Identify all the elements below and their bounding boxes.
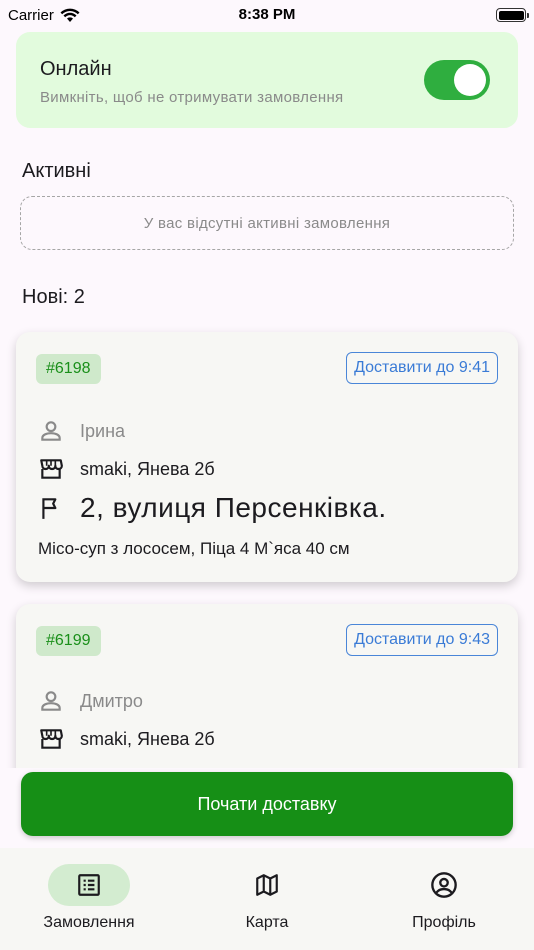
online-status-card: Онлайн Вимкніть, щоб не отримувати замов… [16, 32, 518, 128]
new-orders-title: Нові: 2 [22, 286, 85, 308]
deliver-by-badge: Доставити до 9:43 [346, 624, 498, 656]
battery-icon [496, 8, 529, 22]
toggle-knob [454, 64, 486, 96]
nav-profile-label: Профіль [412, 914, 476, 931]
account-circle-icon [430, 871, 458, 899]
person-icon [38, 418, 64, 444]
customer-name: Дмитро [80, 690, 143, 711]
delivery-address: 2, вулиця Персенківка. [80, 492, 387, 523]
flag-icon [38, 495, 64, 521]
customer-row: Дмитро [38, 688, 143, 714]
nav-map-label: Карта [245, 914, 289, 931]
nav-orders-indicator [48, 864, 130, 906]
restaurant-name: smaki, Янева 2б [80, 458, 215, 479]
start-delivery-button[interactable]: Почати доставку [21, 772, 513, 836]
active-section-title: Активні [22, 160, 91, 182]
map-icon [254, 872, 280, 898]
nav-item-orders[interactable]: Замовлення [0, 864, 179, 932]
nav-orders-label: Замовлення [43, 914, 135, 931]
customer-row: Ірина [38, 418, 125, 444]
person-icon [38, 688, 64, 714]
online-subtitle: Вимкніть, щоб не отримувати замовлення [40, 89, 344, 106]
order-items: Місо-суп з лососем, Піца 4 М`яса 40 см [38, 539, 350, 558]
restaurant-name: smaki, Янева 2б [80, 728, 215, 749]
deliver-by-badge: Доставити до 9:41 [346, 352, 498, 384]
address-row: 2, вулиця Персенківка. [38, 492, 387, 524]
nav-profile-indicator [403, 864, 485, 906]
restaurant-row: smaki, Янева 2б [38, 726, 215, 752]
nav-item-map[interactable]: Карта [177, 864, 357, 932]
order-id-badge: #6199 [36, 626, 101, 656]
nav-item-profile[interactable]: Профіль [354, 864, 534, 932]
store-icon [38, 456, 64, 482]
list-icon [76, 872, 102, 898]
order-id-badge: #6198 [36, 354, 101, 384]
active-empty-state: У вас відсутні активні замовлення [20, 196, 514, 250]
status-bar: Carrier 8:38 PM [0, 0, 534, 30]
status-time: 8:38 PM [238, 6, 296, 23]
order-card[interactable]: #6198 Доставити до 9:41 Ірина smaki, Яне… [16, 332, 518, 582]
customer-name: Ірина [80, 420, 126, 441]
bottom-navigation: Замовлення Карта Профіль [0, 848, 534, 950]
nav-map-indicator [226, 864, 308, 906]
online-toggle[interactable] [424, 60, 490, 100]
restaurant-row: smaki, Янева 2б [38, 456, 215, 482]
store-icon [38, 726, 64, 752]
